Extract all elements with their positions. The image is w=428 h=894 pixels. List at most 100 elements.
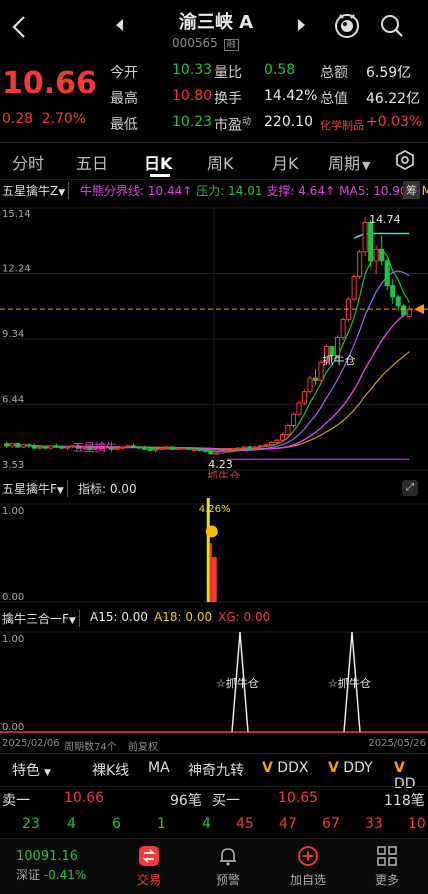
nav-more[interactable]: 更多: [352, 839, 422, 888]
candle-body: [153, 448, 159, 451]
candle-body: [224, 449, 230, 452]
prev-stock-icon[interactable]: [113, 17, 125, 33]
candle-body: [390, 285, 396, 298]
tool-tab-nine-turn[interactable]: 神奇九转: [188, 760, 244, 780]
candle-body: [213, 452, 219, 455]
assistant-icon[interactable]: [333, 11, 361, 41]
bottom-nav: 10091.16 深证 -0.41% 交易 预警 加自选 更多: [0, 838, 428, 894]
candle-body: [64, 446, 70, 449]
grid-icon: [352, 845, 422, 871]
tool-tab-special[interactable]: 特色 ▼: [12, 760, 51, 780]
sub2-selector[interactable]: 擒牛三合一F▼: [2, 610, 80, 627]
y-tick-label: 3.53: [2, 460, 24, 471]
candle-body: [401, 305, 407, 316]
candle-body: [219, 450, 225, 454]
candle-body: [180, 447, 186, 450]
y-tick-label: 1.00: [2, 634, 24, 645]
vip-icon: V: [328, 760, 339, 776]
candle-body: [307, 377, 313, 393]
tab-timeshare[interactable]: 分时: [12, 150, 44, 174]
candle-body: [20, 444, 26, 448]
adjust-mode: 前复权: [128, 742, 158, 753]
end-date: 2025/05/26: [368, 738, 426, 749]
main-indicator-selector[interactable]: 五星擒牛Z▼: [2, 182, 70, 199]
trade-icon: [114, 845, 184, 871]
change-percent: 2.70%: [41, 111, 87, 127]
next-stock-icon[interactable]: [296, 17, 308, 33]
sell-price: 10.66: [64, 790, 105, 806]
kline-chart[interactable]: 15.1412.249.346.443.5314.744.23抓牛仓抓牛仓五星擒…: [0, 200, 428, 478]
tool-tab-ddy-label: DDY: [343, 760, 373, 776]
date-axis: 2025/02/06 周期数74个 前复权 2025/05/26: [0, 738, 428, 753]
tab-period[interactable]: 周期 ▼: [328, 150, 370, 174]
candle-body: [252, 446, 258, 449]
stock-title: 渝三峡 A: [178, 12, 254, 33]
stat-label: 总额: [320, 65, 348, 81]
chip-distribution-button[interactable]: 筹: [403, 181, 420, 199]
tool-tab-bare-k[interactable]: 裸K线: [92, 760, 129, 780]
buy-queue-count: 10: [408, 816, 426, 832]
sub1-chart: 1.00 0.00 4.26%: [0, 498, 428, 603]
tab-daily-k[interactable]: 日K: [144, 150, 172, 174]
index-change: -0.41%: [43, 868, 87, 882]
stat-value: 220.10: [264, 114, 313, 130]
buy-queue-count: 45: [236, 816, 254, 832]
star-label: 五星擒牛: [73, 440, 117, 454]
signal-bar: [209, 543, 212, 602]
candle-body: [59, 446, 65, 449]
candle-body: [357, 251, 363, 278]
settings-icon[interactable]: [394, 149, 416, 171]
candle-body: [279, 434, 285, 441]
stat-label: 最低: [110, 117, 138, 133]
candle-body: [9, 443, 15, 447]
nav-add-watchlist[interactable]: 加自选: [273, 839, 343, 888]
stat-value: 10.23: [172, 114, 213, 130]
tab-weekly-k[interactable]: 周K: [207, 150, 234, 174]
signal-label: 抓牛仓: [323, 353, 356, 367]
add-circle-icon: [273, 845, 343, 871]
sub1-selector[interactable]: 五星擒牛F▼: [2, 480, 68, 497]
sub2-name: 擒牛三合一F: [2, 612, 69, 626]
candle-body: [169, 446, 175, 450]
start-date: 2025/02/06: [2, 738, 60, 749]
nav-alert[interactable]: 预警: [193, 839, 263, 888]
main-indicator-row: 五星擒牛Z▼ 牛熊分界线: 10.44↑ 压力: 14.01 支撑: 4.64↑ MA…: [0, 181, 428, 200]
candle-body: [4, 443, 10, 447]
main-indicator-values: 牛熊分界线: 10.44↑ 压力: 14.01 支撑: 4.64↑ MA5: 10.9…: [80, 182, 428, 199]
tab-five-day[interactable]: 五日: [76, 150, 108, 174]
tool-tab-ddy[interactable]: V DDY: [328, 760, 373, 776]
sell-queue-count: 1: [157, 816, 166, 832]
vip-icon: V: [394, 760, 405, 776]
stat-label-sup: 动: [242, 117, 252, 127]
smiley-icon: [205, 525, 218, 538]
stat-label: 量比: [214, 65, 242, 81]
buy-queue-count: 33: [365, 816, 383, 832]
stat-label: 最高: [110, 91, 138, 107]
expand-icon[interactable]: ⤢: [402, 480, 418, 496]
stat-label: 化学制品: [320, 119, 364, 132]
index-ticker[interactable]: 10091.16 深证 -0.41%: [16, 849, 86, 883]
candle-body: [42, 446, 48, 449]
stat-value: 10.33: [172, 62, 213, 78]
search-icon[interactable]: [378, 12, 406, 40]
nav-trade[interactable]: 交易: [114, 839, 184, 888]
back-icon[interactable]: [8, 12, 32, 42]
period-dropdown-icon: ▼: [362, 159, 371, 172]
stat-value: 0.58: [264, 62, 296, 78]
signal-percent: 4.26%: [199, 504, 231, 515]
candle-body: [208, 450, 214, 455]
buy-queue-count: 47: [279, 816, 297, 832]
tab-monthly-k[interactable]: 月K: [272, 150, 299, 174]
margin-badge: 融: [223, 39, 239, 51]
candle-body: [158, 447, 164, 450]
tool-tab-ma[interactable]: MA: [148, 760, 170, 776]
period-count: 周期数74个: [64, 742, 117, 753]
nav-trade-label: 交易: [136, 873, 161, 887]
main-indicator-value: MA: [421, 184, 428, 198]
tool-tab-ddx[interactable]: V DDX: [262, 760, 308, 776]
candle-body: [257, 445, 263, 448]
y-tick-label: 1.00: [2, 506, 24, 517]
candle-body: [119, 446, 126, 449]
candle-body: [191, 448, 197, 451]
tab-period-label: 周期: [328, 154, 361, 173]
